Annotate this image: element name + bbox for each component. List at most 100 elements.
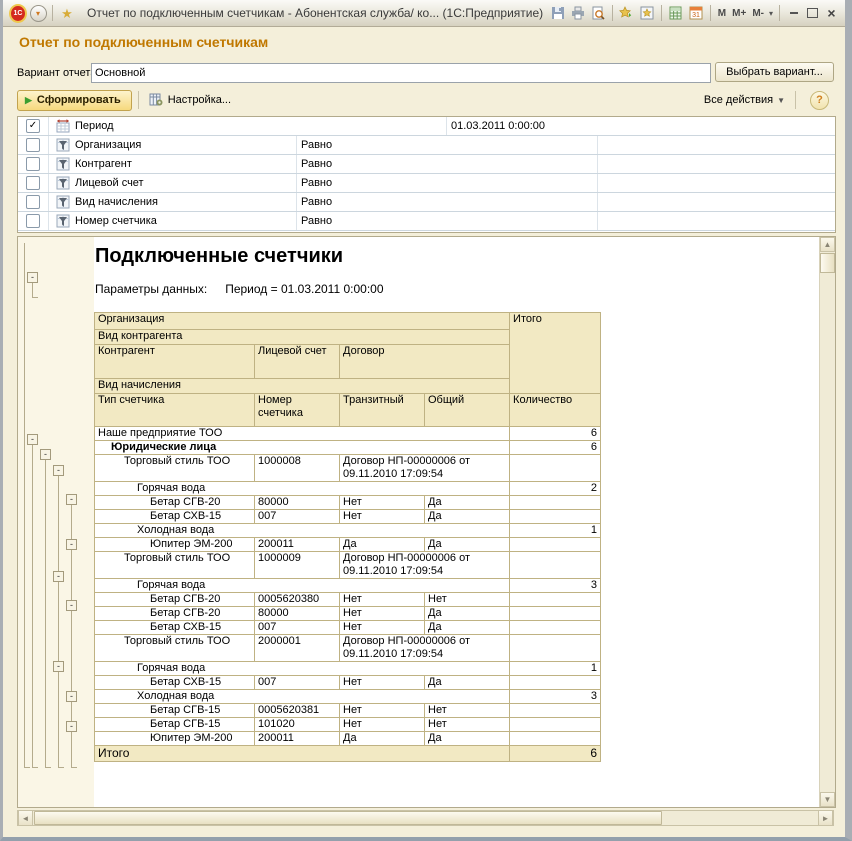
- filter-row[interactable]: Вид начисленияРавно: [18, 193, 835, 212]
- filter-checkbox[interactable]: [26, 195, 40, 209]
- report-row: Юпитер ЭМ-200200011ДаДа: [95, 732, 601, 746]
- vertical-scrollbar[interactable]: ▲ ▼: [819, 237, 835, 807]
- system-menu-button[interactable]: ▾: [29, 4, 47, 22]
- collapse-group-button[interactable]: -: [66, 494, 77, 505]
- 1c-logo-icon: 1С: [9, 4, 27, 22]
- filter-icon: [56, 157, 70, 171]
- filter-value[interactable]: 01.03.2011 0:00:00: [447, 117, 835, 135]
- filter-row[interactable]: Номер счетчика Равно: [18, 212, 835, 231]
- filter-name: Номер счетчика: [75, 215, 157, 227]
- filter-condition[interactable]: Равно: [297, 136, 598, 154]
- filter-row[interactable]: ОрганизацияРавно: [18, 136, 835, 155]
- report-total-row: Итого6: [95, 746, 601, 762]
- separator: [779, 5, 780, 21]
- collapse-group-button[interactable]: -: [53, 465, 64, 476]
- report-row: Торговый стиль ТОО1000009Договор НП-0000…: [95, 552, 601, 579]
- filter-checkbox[interactable]: ✓: [26, 119, 40, 133]
- filter-row[interactable]: Лицевой счетРавно: [18, 174, 835, 193]
- count-cell: [510, 621, 601, 635]
- transit-cell: Нет: [340, 510, 425, 524]
- horizontal-scroll-thumb[interactable]: [34, 811, 662, 825]
- memory-m-plus-button[interactable]: M+: [729, 8, 749, 19]
- filter-condition[interactable]: Равно: [297, 155, 598, 173]
- filter-condition[interactable]: Равно: [297, 212, 598, 230]
- memory-m-minus-button[interactable]: M-: [749, 8, 767, 19]
- help-button[interactable]: ?: [810, 91, 829, 110]
- horizontal-scrollbar[interactable]: ◄ ►: [17, 810, 834, 826]
- header-vid-kontragenta: Вид контрагента: [95, 330, 510, 345]
- all-actions-button[interactable]: Все действия▼: [700, 90, 789, 110]
- filter-checkbox[interactable]: [26, 157, 40, 171]
- collapse-group-button[interactable]: -: [40, 449, 51, 460]
- transit-cell: Нет: [340, 496, 425, 510]
- scroll-left-button[interactable]: ◄: [18, 811, 33, 825]
- favorite-star-icon[interactable]: ★: [58, 4, 76, 22]
- filter-value[interactable]: [598, 136, 835, 154]
- filter-checkbox[interactable]: [26, 214, 40, 228]
- filter-condition[interactable]: Равно: [297, 174, 598, 192]
- generate-button[interactable]: ▶ Сформировать: [17, 90, 132, 111]
- collapse-group-button[interactable]: -: [53, 571, 64, 582]
- filter-row[interactable]: ✓Период01.03.2011 0:00:00: [18, 117, 835, 136]
- filter-value[interactable]: [598, 193, 835, 211]
- collapse-group-button[interactable]: -: [66, 721, 77, 732]
- meter-number-cell: 007: [255, 510, 340, 524]
- common-cell: Да: [425, 607, 510, 621]
- filter-condition[interactable]: Равно: [297, 193, 598, 211]
- calculator-icon[interactable]: [667, 4, 685, 22]
- header-kolichestvo: Количество: [510, 394, 601, 427]
- print-preview-icon[interactable]: [589, 4, 607, 22]
- maximize-button[interactable]: [804, 6, 821, 21]
- collapse-group-button[interactable]: -: [66, 691, 77, 702]
- close-button[interactable]: ×: [823, 6, 840, 21]
- header-kontragent: Контрагент: [95, 345, 255, 379]
- favorites-icon[interactable]: [638, 4, 656, 22]
- separator: [795, 91, 796, 109]
- collapse-group-button[interactable]: -: [27, 272, 38, 283]
- toolbar: ▶ Сформировать Настройка... Все действия…: [17, 88, 829, 112]
- collapse-group-button[interactable]: -: [66, 539, 77, 550]
- collapse-group-button[interactable]: -: [53, 661, 64, 672]
- separator: [612, 5, 613, 21]
- transit-cell: Нет: [340, 593, 425, 607]
- scroll-down-button[interactable]: ▼: [820, 792, 835, 807]
- tree-line: [24, 243, 25, 767]
- group-label-cell: Юридические лица: [95, 441, 510, 455]
- scroll-right-button[interactable]: ►: [818, 811, 833, 825]
- transit-cell: Нет: [340, 718, 425, 732]
- variant-input[interactable]: [91, 63, 711, 83]
- filter-checkbox[interactable]: [26, 138, 40, 152]
- calendar-icon[interactable]: 31: [687, 4, 705, 22]
- report-row: Горячая вода1: [95, 662, 601, 676]
- transit-cell: Нет: [340, 704, 425, 718]
- header-nomer-schetchika: Номер счетчика: [255, 394, 340, 427]
- kontragent-cell: Торговый стиль ТОО: [95, 552, 255, 579]
- collapse-group-button[interactable]: -: [66, 600, 77, 611]
- scroll-up-button[interactable]: ▲: [820, 237, 835, 252]
- memory-m-button[interactable]: M: [715, 8, 729, 19]
- meter-type-cell: Бетар СГВ-20: [95, 593, 255, 607]
- add-favorite-icon[interactable]: [618, 4, 636, 22]
- meter-number-cell: 0005620380: [255, 593, 340, 607]
- minimize-button[interactable]: [785, 6, 802, 21]
- filter-row[interactable]: КонтрагентРавно: [18, 155, 835, 174]
- count-cell: [510, 732, 601, 746]
- print-icon[interactable]: [569, 4, 587, 22]
- filter-value[interactable]: [598, 155, 835, 173]
- vertical-scroll-thumb[interactable]: [820, 253, 835, 273]
- settings-button[interactable]: Настройка...: [145, 90, 235, 110]
- meter-number-cell: 007: [255, 621, 340, 635]
- report-row: Бетар СГВ-200005620380НетНет: [95, 593, 601, 607]
- filter-checkbox[interactable]: [26, 176, 40, 190]
- common-cell: Да: [425, 621, 510, 635]
- choose-variant-button[interactable]: Выбрать вариант...: [715, 62, 834, 82]
- settings-icon: [149, 93, 164, 107]
- filter-value[interactable]: [598, 212, 835, 230]
- collapse-group-button[interactable]: -: [27, 434, 38, 445]
- filter-value[interactable]: [598, 174, 835, 192]
- report-table: Организация Итого Вид контрагента Контра…: [94, 312, 601, 762]
- toolbar-overflow-chevron-icon[interactable]: ▾: [767, 9, 775, 18]
- save-icon[interactable]: [549, 4, 567, 22]
- meter-number-cell: 007: [255, 676, 340, 690]
- meter-number-cell: 200011: [255, 732, 340, 746]
